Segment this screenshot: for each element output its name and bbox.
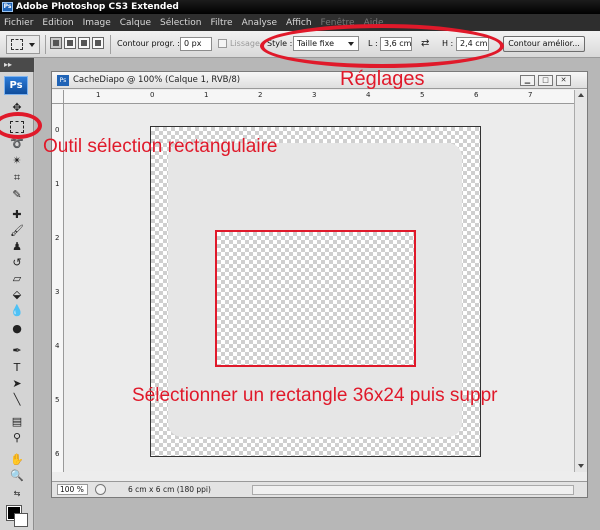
rectangle-selection-hole[interactable]	[215, 230, 416, 367]
slice-tool-icon[interactable]: ✎	[7, 187, 27, 203]
chevron-down-icon	[29, 43, 35, 47]
zoom-tool-icon[interactable]: 🔍	[7, 468, 27, 484]
subtract-selection-icon	[81, 40, 87, 46]
brush-tool-icon[interactable]: 🖌	[7, 223, 27, 239]
document-title: CacheDiapo @ 100% (Calque 1, RVB/8)	[73, 75, 241, 85]
horizontal-ruler[interactable]: 1 0 1 2 3 4 5 6 7	[64, 90, 574, 104]
ruler-tick-label: 0	[55, 126, 60, 134]
close-icon[interactable]: ✕	[556, 75, 571, 86]
menu-filtre[interactable]: Filtre	[211, 18, 233, 28]
eraser-tool-icon[interactable]: ▱	[7, 271, 27, 287]
intersect-selection-mode-button[interactable]	[92, 37, 104, 49]
ruler-tick-label: 7	[528, 91, 533, 99]
hand-tool-icon[interactable]: ✋	[7, 452, 27, 468]
pen-tool-icon[interactable]: ✒	[7, 343, 27, 359]
ruler-tick-label: 3	[55, 288, 60, 296]
maximize-icon[interactable]: □	[538, 75, 553, 86]
ruler-tick-label: 2	[55, 234, 60, 242]
status-menu-icon[interactable]	[95, 484, 106, 495]
tool-preset-picker[interactable]	[6, 35, 40, 54]
ruler-tick-label: 5	[55, 396, 60, 404]
ruler-tick-label: 1	[96, 91, 101, 99]
add-selection-mode-button[interactable]	[64, 37, 76, 49]
history-brush-tool-icon[interactable]: ↺	[7, 255, 27, 271]
blur-tool-icon[interactable]: 💧	[7, 303, 27, 319]
background-color-swatch[interactable]	[14, 513, 28, 527]
ruler-tick-label: 6	[55, 450, 60, 458]
type-tool-icon[interactable]: T	[7, 360, 27, 376]
eyedropper-tool-icon[interactable]: ⚲	[7, 430, 27, 446]
options-divider	[110, 35, 111, 54]
photoshop-app-icon: Ps	[2, 2, 13, 12]
menu-edition[interactable]: Edition	[42, 18, 73, 28]
refine-edge-button[interactable]: Contour amélior...	[503, 36, 585, 52]
menu-affichage[interactable]: Affich	[286, 18, 312, 28]
ruler-tick-label: 6	[474, 91, 479, 99]
panel-grip[interactable]: ▸▸	[0, 58, 34, 72]
notes-tool-icon[interactable]: ▤	[7, 414, 27, 430]
photoshop-logo[interactable]: Ps	[4, 76, 28, 95]
menu-fichier[interactable]: Fichier	[4, 18, 33, 28]
minimize-icon[interactable]: ▁	[520, 75, 535, 86]
intersect-selection-icon	[95, 40, 101, 46]
ruler-tick-label: 1	[204, 91, 209, 99]
menu-calque[interactable]: Calque	[120, 18, 151, 28]
menu-image[interactable]: Image	[83, 18, 111, 28]
ruler-tick-label: 4	[366, 91, 371, 99]
document-status-bar: 100 % 6 cm x 6 cm (180 ppi)	[52, 481, 587, 497]
horizontal-scrollbar[interactable]	[252, 485, 574, 495]
document-title-bar[interactable]: Ps CacheDiapo @ 100% (Calque 1, RVB/8) ▁…	[52, 72, 587, 89]
subtract-selection-mode-button[interactable]	[78, 37, 90, 49]
default-colors-icon[interactable]: ⇆	[7, 486, 27, 502]
menu-selection[interactable]: Sélection	[160, 18, 201, 28]
scroll-up-icon[interactable]	[578, 93, 584, 97]
ruler-tick-label: 1	[55, 180, 60, 188]
app-title-bar: Ps Adobe Photoshop CS3 Extended	[0, 0, 600, 14]
annotation-select-rectangle: Sélectionner un rectangle 36x24 puis sup…	[132, 385, 498, 406]
ruler-tick-label: 2	[258, 91, 263, 99]
vertical-scrollbar[interactable]	[574, 90, 587, 472]
ruler-tick-label: 5	[420, 91, 425, 99]
scroll-down-icon[interactable]	[578, 464, 584, 468]
vertical-ruler[interactable]: 0 1 2 3 4 5 6	[52, 104, 64, 472]
clone-stamp-tool-icon[interactable]: ♟	[7, 239, 27, 255]
marquee-preset-icon	[11, 39, 23, 50]
feather-label: Contour progr. :	[117, 39, 180, 48]
path-selection-tool-icon[interactable]: ➤	[7, 376, 27, 392]
paint-bucket-tool-icon[interactable]: ⬙	[7, 287, 27, 303]
line-tool-icon[interactable]: ╲	[7, 392, 27, 408]
annotation-reglages: Réglages	[340, 68, 425, 90]
menu-analyse[interactable]: Analyse	[242, 18, 277, 28]
menu-bar: Fichier Edition Image Calque Sélection F…	[0, 14, 600, 31]
crop-tool-icon[interactable]: ⌗	[7, 170, 27, 186]
antialias-label: Lissage	[230, 39, 260, 48]
ruler-tick-label: 0	[150, 91, 155, 99]
ruler-tick-label: 4	[55, 342, 60, 350]
dodge-tool-icon[interactable]: ●	[7, 321, 27, 337]
add-selection-icon	[67, 40, 73, 46]
feather-input[interactable]: 0 px	[180, 37, 212, 51]
document-icon: Ps	[57, 75, 69, 86]
new-selection-icon	[53, 40, 59, 46]
new-selection-mode-button[interactable]	[50, 37, 62, 49]
healing-brush-tool-icon[interactable]: ✚	[7, 207, 27, 223]
magic-wand-tool-icon[interactable]: ✴	[7, 153, 27, 169]
ruler-tick-label: 3	[312, 91, 317, 99]
options-divider	[45, 35, 46, 54]
zoom-level-field[interactable]: 100 %	[57, 484, 88, 495]
annotation-oval-settings	[260, 24, 504, 68]
app-title: Adobe Photoshop CS3 Extended	[16, 2, 179, 12]
annotation-outil-selection: Outil sélection rectangulaire	[43, 136, 278, 157]
document-info: 6 cm x 6 cm (180 ppi)	[128, 485, 211, 494]
ruler-origin[interactable]	[52, 90, 64, 104]
antialias-checkbox[interactable]	[218, 39, 227, 48]
